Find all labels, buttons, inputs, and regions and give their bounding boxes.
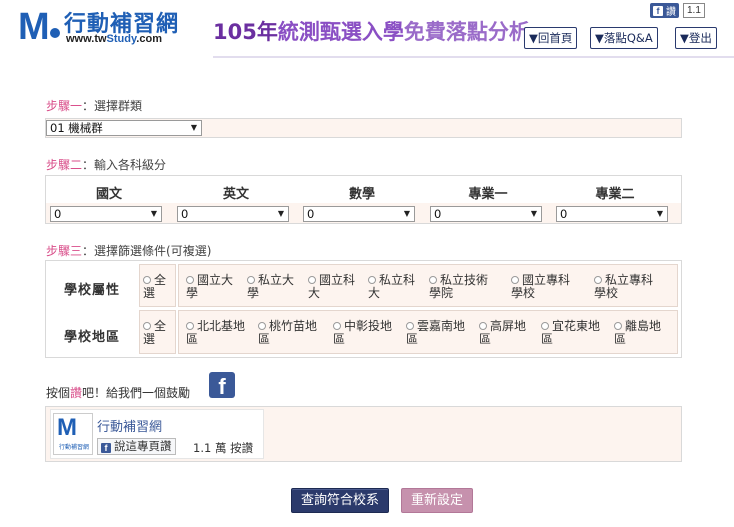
step2-label: 步驟二：輸入各科級分 bbox=[46, 158, 167, 172]
subject-header-english: 英文 bbox=[222, 187, 249, 202]
subject-header-major1: 專業一 bbox=[468, 187, 508, 202]
region-option[interactable]: 桃竹苗地區 bbox=[258, 320, 317, 346]
region-option[interactable]: 離島地區 bbox=[614, 320, 661, 346]
group-select[interactable]: 01 機械群 ▼ bbox=[46, 120, 202, 136]
region-option[interactable]: 宜花東地區 bbox=[541, 320, 600, 346]
region-option[interactable]: 雲嘉南地區 bbox=[406, 320, 465, 346]
radio-icon bbox=[511, 276, 519, 284]
radio-icon bbox=[258, 322, 266, 330]
school-type-option[interactable]: 私立專科 學校 bbox=[594, 274, 653, 300]
school-type-option[interactable]: 私立技術 學院 bbox=[429, 274, 488, 300]
dropdown-arrow-icon: ▼ bbox=[530, 209, 537, 218]
dropdown-arrow-icon: ▼ bbox=[277, 209, 284, 218]
fb-like-button[interactable]: f讚 bbox=[650, 3, 679, 18]
fb-page-thumbnail[interactable]: M 行動補習網 bbox=[53, 413, 93, 455]
school-type-option[interactable]: 私立大學 bbox=[247, 274, 294, 300]
facebook-icon: f bbox=[101, 443, 111, 453]
logo-url: www.twStudy.com bbox=[66, 33, 162, 45]
facebook-icon: f bbox=[653, 5, 663, 16]
radio-icon bbox=[429, 276, 437, 284]
school-type-option[interactable]: 國立大學 bbox=[186, 274, 233, 300]
reset-button[interactable]: 重新設定 bbox=[401, 488, 473, 513]
radio-icon bbox=[308, 276, 316, 284]
site-logo[interactable]: M 行動補習網 www.twStudy.com bbox=[18, 6, 193, 48]
school-type-all-radio[interactable]: 全選 bbox=[143, 274, 166, 300]
region-option[interactable]: 北北基地區 bbox=[186, 320, 245, 346]
query-button[interactable]: 查詢符合校系 bbox=[291, 488, 389, 513]
radio-icon bbox=[594, 276, 602, 284]
subject-header-major2: 專業二 bbox=[595, 187, 635, 202]
page-title: 105年統測甄選入學免費落點分析 bbox=[213, 20, 530, 44]
radio-icon bbox=[333, 322, 341, 330]
score-select-english[interactable]: 0 ▼ bbox=[177, 206, 289, 222]
logo-mark-icon: M bbox=[57, 414, 77, 441]
radio-icon bbox=[614, 322, 622, 330]
logo-mark-icon: M bbox=[18, 8, 64, 46]
header-divider bbox=[213, 56, 734, 58]
dropdown-arrow-icon: ▼ bbox=[656, 209, 663, 218]
radio-icon bbox=[479, 322, 487, 330]
fb-page-like-button[interactable]: f 說這專頁讚 bbox=[97, 438, 176, 455]
fb-page-like-count: 1.1 萬 按讚 bbox=[193, 441, 254, 455]
radio-icon bbox=[186, 322, 194, 330]
school-type-option[interactable]: 國立專科 學校 bbox=[511, 274, 570, 300]
dropdown-arrow-icon: ▼ bbox=[150, 209, 157, 218]
subject-header-math: 數學 bbox=[348, 187, 375, 202]
step1-label: 步驟一：選擇群類 bbox=[46, 99, 143, 113]
dropdown-arrow-icon: ▼ bbox=[403, 209, 410, 218]
nav-logout-button[interactable]: ▼登出 bbox=[675, 27, 717, 49]
radio-icon bbox=[186, 276, 194, 284]
radio-icon bbox=[368, 276, 376, 284]
school-type-option[interactable]: 私立科大 bbox=[368, 274, 415, 300]
fb-like-count: 1.1 bbox=[683, 3, 705, 18]
fb-page-name[interactable]: 行動補習網 bbox=[97, 416, 162, 435]
subject-header-chinese: 國文 bbox=[95, 187, 122, 202]
radio-icon bbox=[143, 322, 151, 330]
nav-home-button[interactable]: ▼回首頁 bbox=[524, 27, 578, 49]
region-option[interactable]: 高屏地區 bbox=[479, 320, 526, 346]
region-option[interactable]: 中彰投地區 bbox=[333, 320, 392, 346]
like-prompt-text: 按個讚吧！給我們一個鼓勵 bbox=[46, 386, 191, 400]
radio-icon bbox=[541, 322, 549, 330]
region-label: 學校地區 bbox=[63, 330, 120, 345]
fb-like-widget-top[interactable]: f讚 1.1 bbox=[650, 3, 705, 18]
facebook-icon[interactable]: f bbox=[209, 372, 235, 398]
score-select-chinese[interactable]: 0 ▼ bbox=[50, 206, 162, 222]
region-all-radio[interactable]: 全選 bbox=[143, 320, 166, 346]
radio-icon bbox=[247, 276, 255, 284]
radio-icon bbox=[143, 276, 151, 284]
school-type-label: 學校屬性 bbox=[63, 283, 120, 298]
score-select-major1[interactable]: 0 ▼ bbox=[430, 206, 542, 222]
dropdown-arrow-icon: ▼ bbox=[190, 123, 197, 132]
score-select-major2[interactable]: 0 ▼ bbox=[556, 206, 668, 222]
step3-label: 步驟三：選擇篩選條件(可複選) bbox=[46, 244, 212, 258]
nav-faq-button[interactable]: ▼落點Q&A bbox=[590, 27, 658, 49]
score-select-math[interactable]: 0 ▼ bbox=[303, 206, 415, 222]
school-type-option[interactable]: 國立科大 bbox=[308, 274, 355, 300]
radio-icon bbox=[406, 322, 414, 330]
